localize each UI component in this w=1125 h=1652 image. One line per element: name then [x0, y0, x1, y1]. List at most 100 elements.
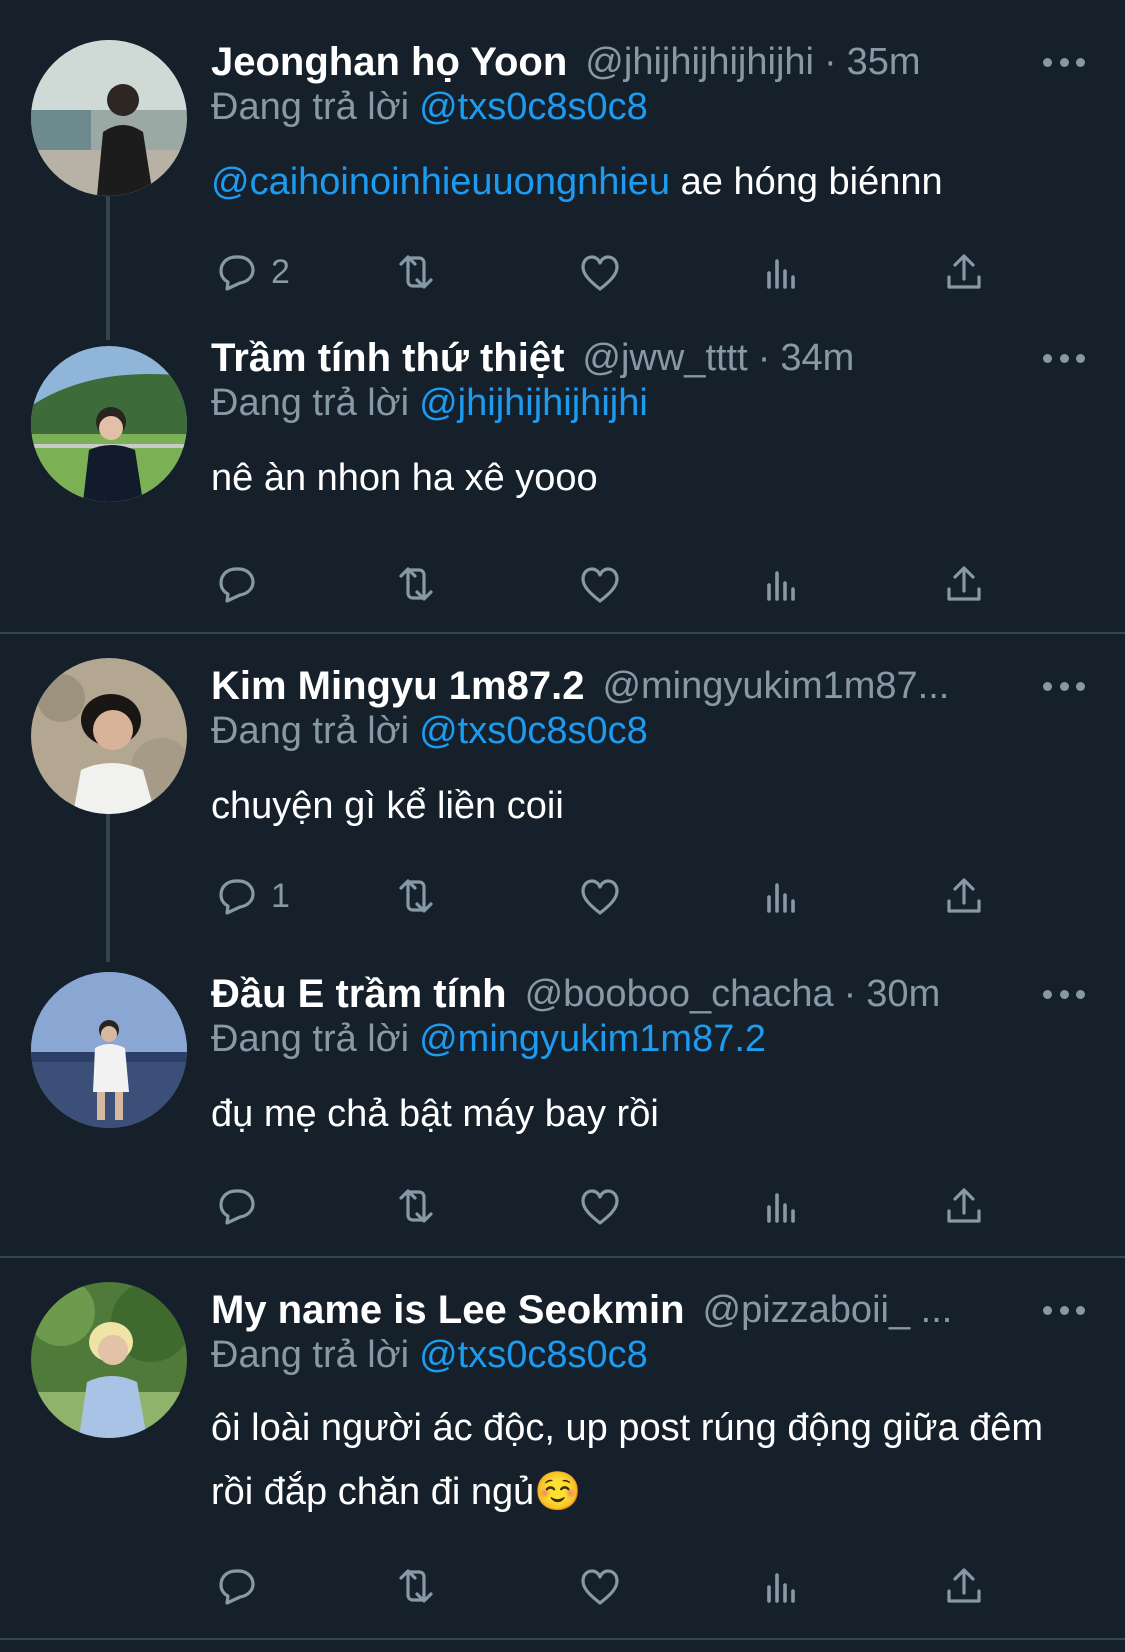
separator-dot: · — [823, 40, 837, 83]
analytics-button[interactable] — [759, 554, 805, 614]
like-button[interactable] — [577, 1556, 623, 1616]
action-bar — [211, 1176, 1011, 1236]
display-name[interactable]: My name is Lee Seokmin — [211, 1288, 685, 1333]
reply-button[interactable] — [211, 554, 271, 614]
username[interactable]: @jhijhijhijhijhi — [585, 41, 814, 84]
more-icon[interactable] — [1043, 1303, 1085, 1317]
replying-label: Đang trả lời — [211, 86, 410, 128]
action-bar: 2 — [211, 242, 1011, 302]
replying-to: Đang trả lời @txs0c8s0c8 — [211, 710, 648, 753]
reply-count: 2 — [271, 252, 290, 291]
tweet-header: Jeonghan họ Yoon @jhijhijhijhijhi · 35m — [211, 34, 1085, 90]
retweet-icon — [399, 1569, 433, 1603]
reply-to-mention[interactable]: @mingyukim1m87.2 — [419, 1018, 766, 1060]
tweet[interactable]: My name is Lee Seokmin @pizzaboii_ ... Đ… — [0, 1258, 1125, 1638]
display-name[interactable]: Trầm tính thứ thiệt — [211, 336, 564, 381]
tweet[interactable]: Jeonghan họ Yoon @jhijhijhijhijhi · 35m … — [0, 0, 1125, 340]
username[interactable]: @booboo_chacha — [525, 973, 834, 1016]
reply-to-mention[interactable]: @txs0c8s0c8 — [419, 710, 648, 752]
tweet-body: chuyện gì kể liền coii — [211, 785, 564, 827]
avatar[interactable] — [31, 972, 187, 1128]
tweet-text: chuyện gì kể liền coii — [211, 774, 1085, 838]
action-bar — [211, 554, 1011, 614]
display-name[interactable]: Jeonghan họ Yoon — [211, 40, 567, 85]
analytics-button[interactable] — [759, 242, 805, 302]
share-icon — [947, 878, 981, 913]
like-button[interactable] — [577, 242, 623, 302]
text-mention[interactable]: @caihoinoinhieuuongnhieu — [211, 161, 670, 203]
analytics-button[interactable] — [759, 1176, 805, 1236]
analytics-button[interactable] — [759, 1556, 805, 1616]
tweet-header: Kim Mingyu 1m87.2 @mingyukim1m87... — [211, 658, 1085, 714]
analytics-icon — [767, 259, 795, 289]
more-icon[interactable] — [1043, 55, 1085, 69]
replying-label: Đang trả lời — [211, 382, 410, 424]
tweet-header: Đầu E trầm tính @booboo_chacha · 30m — [211, 966, 1085, 1022]
share-button[interactable] — [941, 554, 987, 614]
like-button[interactable] — [577, 866, 623, 926]
username[interactable]: @mingyukim1m87... — [602, 665, 949, 708]
thread-line — [106, 812, 110, 962]
more-icon[interactable] — [1043, 987, 1085, 1001]
retweet-icon — [399, 879, 433, 913]
tweet[interactable]: Kim Mingyu 1m87.2 @mingyukim1m87... Đang… — [0, 634, 1125, 962]
reply-to-mention[interactable]: @txs0c8s0c8 — [419, 86, 648, 128]
tweet[interactable]: Đầu E trầm tính @booboo_chacha · 30m Đan… — [0, 944, 1125, 1256]
reply-icon — [219, 1189, 255, 1225]
replying-label: Đang trả lời — [211, 1018, 410, 1060]
share-icon — [947, 254, 981, 289]
like-icon — [581, 1189, 619, 1225]
replying-label: Đang trả lời — [211, 1334, 410, 1376]
tweet-body: ôi loài người ác độc, up post rúng động … — [211, 1407, 1044, 1513]
display-name[interactable]: Đầu E trầm tính — [211, 972, 507, 1017]
like-icon — [581, 567, 619, 603]
reply-to-mention[interactable]: @jhijhijhijhijhi — [419, 382, 648, 424]
timestamp[interactable]: 34m — [780, 337, 854, 380]
like-button[interactable] — [577, 554, 623, 614]
action-bar: 1 — [211, 866, 1011, 926]
reply-to-mention[interactable]: @txs0c8s0c8 — [419, 1334, 648, 1376]
share-button[interactable] — [941, 866, 987, 926]
like-button[interactable] — [577, 1176, 623, 1236]
replying-to: Đang trả lời @jhijhijhijhijhi — [211, 382, 648, 425]
more-icon[interactable] — [1043, 351, 1085, 365]
analytics-button[interactable] — [759, 866, 805, 926]
share-button[interactable] — [941, 242, 987, 302]
retweet-icon — [399, 255, 433, 289]
share-icon — [947, 1568, 981, 1603]
retweet-button[interactable] — [393, 1176, 439, 1236]
analytics-icon — [767, 571, 795, 601]
share-button[interactable] — [941, 1176, 987, 1236]
action-bar — [211, 1556, 1011, 1616]
share-button[interactable] — [941, 1556, 987, 1616]
avatar[interactable] — [31, 658, 187, 814]
username[interactable]: @jww_tttt — [582, 337, 747, 380]
avatar[interactable] — [31, 1282, 187, 1438]
reply-icon — [219, 567, 255, 603]
reply-button[interactable]: 1 — [211, 866, 290, 926]
username[interactable]: @pizzaboii_ ... — [703, 1289, 953, 1332]
reply-button[interactable] — [211, 1556, 271, 1616]
timestamp[interactable]: 30m — [866, 973, 940, 1016]
timestamp[interactable]: 35m — [847, 41, 921, 84]
retweet-button[interactable] — [393, 866, 439, 926]
display-name[interactable]: Kim Mingyu 1m87.2 — [211, 664, 584, 709]
reply-icon — [219, 1569, 255, 1605]
reply-button[interactable] — [211, 1176, 271, 1236]
replying-label: Đang trả lời — [211, 710, 410, 752]
reply-icon — [219, 255, 255, 291]
tweet-body: đụ mẹ chả bật máy bay rồi — [211, 1093, 659, 1135]
retweet-button[interactable] — [393, 242, 439, 302]
separator-dot: · — [843, 972, 857, 1015]
tweet[interactable]: Trầm tính thứ thiệt @jww_tttt · 34m Đang… — [0, 312, 1125, 632]
analytics-icon — [767, 1193, 795, 1223]
avatar[interactable] — [31, 40, 187, 196]
retweet-button[interactable] — [393, 554, 439, 614]
reply-button[interactable]: 2 — [211, 242, 290, 302]
separator-dot: · — [757, 336, 771, 379]
like-icon — [581, 255, 619, 291]
avatar[interactable] — [31, 346, 187, 502]
retweet-icon — [399, 567, 433, 601]
more-icon[interactable] — [1043, 679, 1085, 693]
retweet-button[interactable] — [393, 1556, 439, 1616]
